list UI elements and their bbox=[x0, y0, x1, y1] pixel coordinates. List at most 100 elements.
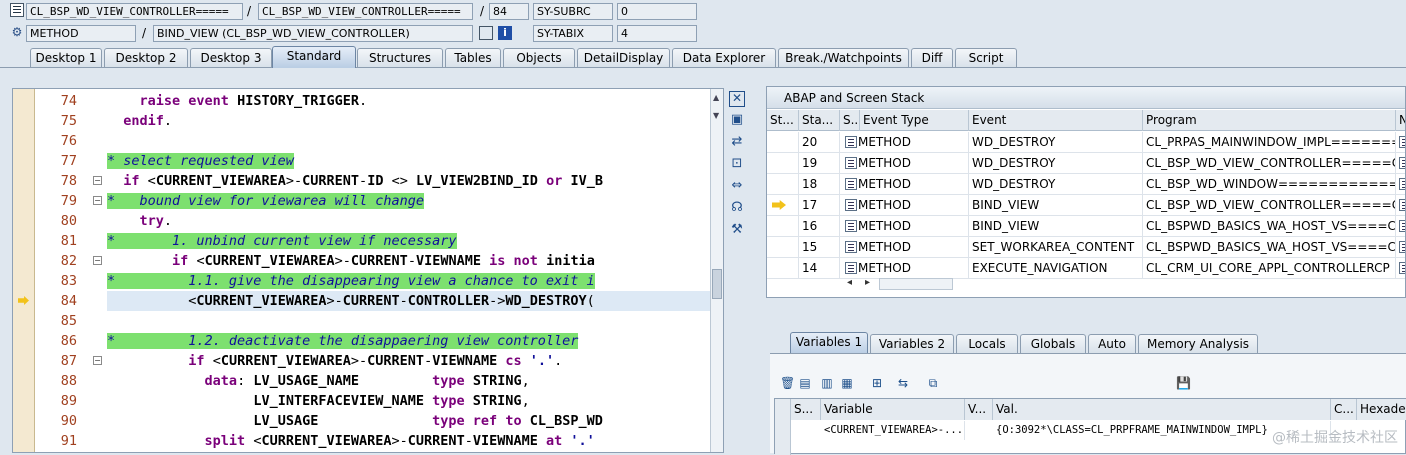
tab-locals[interactable]: Locals bbox=[956, 334, 1018, 354]
variable-name-cell[interactable]: <CURRENT_VIEWAREA>-... bbox=[821, 421, 965, 440]
tab-breakpoints[interactable]: Break./Watchpoints bbox=[778, 48, 909, 68]
stack-row[interactable]: 14 METHOD EXECUTE_NAVIGATION CL_CRM_UI_CORE… bbox=[767, 258, 1405, 279]
header-sysval-field[interactable]: 0 bbox=[617, 3, 697, 20]
source-line[interactable]: 81 * 1. unbind current view if necessary bbox=[13, 231, 713, 251]
transfer-icon[interactable]: ⇆ bbox=[896, 376, 910, 390]
col-name[interactable]: Na bbox=[1396, 110, 1405, 131]
col-st[interactable]: St... bbox=[767, 110, 799, 131]
tab-desktop-2[interactable]: Desktop 2 bbox=[104, 48, 188, 68]
stack-row[interactable]: 16 METHOD BIND_VIEW CL_BSPWD_BASICS_WA_HOST… bbox=[767, 216, 1405, 237]
services-icon[interactable]: ☊ bbox=[729, 200, 745, 216]
col-var-c[interactable]: C... bbox=[1331, 399, 1357, 420]
source-line[interactable]: 88 data: LV_USAGE_NAME type STRING, bbox=[13, 371, 713, 391]
source-line[interactable]: 86 * 1.2. deactivate the disappaering vie… bbox=[13, 331, 713, 351]
header-sysvar-field[interactable]: SY-SUBRC bbox=[533, 3, 613, 20]
source-link-icon[interactable] bbox=[1399, 241, 1405, 253]
header-line-field[interactable]: 84 bbox=[489, 3, 529, 20]
source-line[interactable]: 74 raise event HISTORY_TRIGGER. bbox=[13, 91, 713, 111]
scroll-right-icon[interactable]: ▸ bbox=[865, 277, 870, 288]
source-link-icon[interactable] bbox=[1399, 136, 1405, 148]
header-sysval2-field[interactable]: 4 bbox=[617, 25, 697, 42]
hierarchy-icon[interactable]: ⊞ bbox=[870, 376, 884, 390]
source-link-icon[interactable] bbox=[1399, 262, 1405, 274]
source-line[interactable]: 78 − if <CURRENT_VIEWAREA>-CURRENT-ID <> … bbox=[13, 171, 713, 191]
tab-variables-2[interactable]: Variables 2 bbox=[870, 334, 954, 354]
tab-desktop-3[interactable]: Desktop 3 bbox=[190, 48, 272, 68]
tab-auto[interactable]: Auto bbox=[1088, 334, 1136, 354]
col-event-type[interactable]: Event Type bbox=[860, 110, 969, 131]
source-editor[interactable]: 74 raise event HISTORY_TRIGGER. 75 endif.… bbox=[12, 88, 724, 453]
fold-toggle-icon[interactable]: − bbox=[93, 356, 102, 365]
stack-row[interactable]: 19 METHOD WD_DESTROY CL_BSP_WD_VIEW_CONTROL… bbox=[767, 153, 1405, 174]
header-class-field-1[interactable]: CL_BSP_WD_VIEW_CONTROLLER===== bbox=[26, 3, 243, 20]
header-method-field[interactable]: BIND_VIEW (CL_BSP_WD_VIEW_CONTROLLER) bbox=[153, 25, 473, 42]
stack-row[interactable]: 15 METHOD SET_WORKAREA_CONTENT CL_BSPWD_BAS… bbox=[767, 237, 1405, 258]
info-icon[interactable]: i bbox=[498, 26, 512, 40]
source-line[interactable]: 82 − if <CURRENT_VIEWAREA>-CURRENT-VIEWNA… bbox=[13, 251, 713, 271]
stack-row[interactable]: 17 METHOD BIND_VIEW CL_BSP_WD_VIEW_CONTROLL… bbox=[767, 195, 1405, 216]
col-event[interactable]: Event bbox=[969, 110, 1143, 131]
source-line[interactable]: 90 LV_USAGE type ref to CL_BSP_WD bbox=[13, 411, 713, 431]
col-var-s[interactable]: S... bbox=[791, 399, 821, 420]
col-hexadecimal[interactable]: Hexadeci bbox=[1357, 399, 1406, 420]
scroll-left-icon[interactable]: ◂ bbox=[847, 277, 852, 288]
source-link-icon[interactable] bbox=[1399, 220, 1405, 232]
source-line[interactable]: 89 LV_INTERFACEVIEW_NAME type STRING, bbox=[13, 391, 713, 411]
source-line[interactable]: 75 endif. bbox=[13, 111, 713, 131]
col-s[interactable]: S... bbox=[840, 110, 860, 131]
new-tool-icon[interactable]: ▣ bbox=[729, 112, 745, 128]
header-type-field[interactable]: METHOD bbox=[26, 25, 136, 42]
insert-icon[interactable]: ▤ bbox=[798, 376, 812, 390]
tab-variables-1[interactable]: Variables 1 bbox=[790, 332, 868, 354]
col-stack-level[interactable]: Sta... bbox=[799, 110, 840, 131]
source-line[interactable]: 76 bbox=[13, 131, 713, 151]
source-line[interactable]: 80 try. bbox=[13, 211, 713, 231]
copy-icon[interactable]: ⧉ bbox=[926, 376, 940, 390]
source-link-icon[interactable] bbox=[1399, 199, 1405, 211]
source-line[interactable]: 84 <CURRENT_VIEWAREA>-CURRENT-CONTROLLER… bbox=[13, 291, 713, 311]
tab-desktop-1[interactable]: Desktop 1 bbox=[30, 48, 102, 68]
save-icon[interactable]: 💾 bbox=[1176, 376, 1191, 390]
header-sysvar2-field[interactable]: SY-TABIX bbox=[533, 25, 613, 42]
source-line[interactable]: 83 * 1.1. give the disappearing view a ch… bbox=[13, 271, 713, 291]
stack-row[interactable]: 18 METHOD WD_DESTROY CL_BSP_WD_WINDOW======… bbox=[767, 174, 1405, 195]
resize-icon[interactable]: ⇔ bbox=[729, 178, 745, 194]
fold-toggle-icon[interactable]: − bbox=[93, 176, 102, 185]
tab-diff[interactable]: Diff bbox=[911, 48, 953, 68]
settings-tool-icon[interactable]: ⚒ bbox=[729, 222, 745, 238]
tab-script[interactable]: Script bbox=[955, 48, 1017, 68]
col-program[interactable]: Program bbox=[1143, 110, 1396, 131]
source-vertical-scrollbar[interactable]: ▲ ▼ bbox=[710, 89, 723, 452]
tab-globals[interactable]: Globals bbox=[1020, 334, 1086, 354]
source-line[interactable]: 87 − if <CURRENT_VIEWAREA>-CURRENT-VIEWNA… bbox=[13, 351, 713, 371]
fold-toggle-icon[interactable]: − bbox=[93, 256, 102, 265]
append-icon[interactable]: ▥ bbox=[820, 376, 834, 390]
tab-tables[interactable]: Tables bbox=[445, 48, 501, 68]
stack-row[interactable]: 20 METHOD WD_DESTROY CL_PRPAS_MAINWINDOW_IM… bbox=[767, 132, 1405, 153]
fold-toggle-icon[interactable]: − bbox=[93, 196, 102, 205]
col-var-v[interactable]: V... bbox=[965, 399, 993, 420]
stack-horizontal-scrollbar[interactable] bbox=[879, 278, 953, 290]
source-link-icon[interactable] bbox=[1399, 157, 1405, 169]
source-line[interactable]: 77 * select requested view bbox=[13, 151, 713, 171]
tab-memory-analysis[interactable]: Memory Analysis bbox=[1138, 334, 1258, 354]
delete-icon[interactable]: 🗑 bbox=[780, 376, 795, 390]
col-variable[interactable]: Variable bbox=[821, 399, 965, 420]
tab-structures[interactable]: Structures bbox=[357, 48, 443, 68]
col-value[interactable]: Val. bbox=[993, 399, 1331, 420]
source-link-icon[interactable] bbox=[1399, 178, 1405, 190]
display-object-icon[interactable] bbox=[479, 26, 493, 40]
swap-tool-icon[interactable]: ⇄ bbox=[729, 134, 745, 150]
source-line[interactable]: 79 − * bound view for viewarea will change bbox=[13, 191, 713, 211]
source-line[interactable]: 91 split <CURRENT_VIEWAREA>-CURRENT-VIEW… bbox=[13, 431, 713, 451]
row-selector[interactable] bbox=[775, 399, 791, 455]
tab-objects[interactable]: Objects bbox=[503, 48, 575, 68]
close-icon[interactable]: ✕ bbox=[729, 91, 745, 107]
source-line[interactable]: 85 bbox=[13, 311, 713, 331]
header-class-field-2[interactable]: CL_BSP_WD_VIEW_CONTROLLER===== bbox=[258, 3, 473, 20]
maximize-icon[interactable]: ⊡ bbox=[729, 156, 745, 172]
tab-data-explorer[interactable]: Data Explorer bbox=[672, 48, 776, 68]
tab-detaildisplay[interactable]: DetailDisplay bbox=[577, 48, 670, 68]
export-icon[interactable]: ▦ bbox=[840, 376, 854, 390]
tab-standard[interactable]: Standard bbox=[272, 46, 356, 68]
